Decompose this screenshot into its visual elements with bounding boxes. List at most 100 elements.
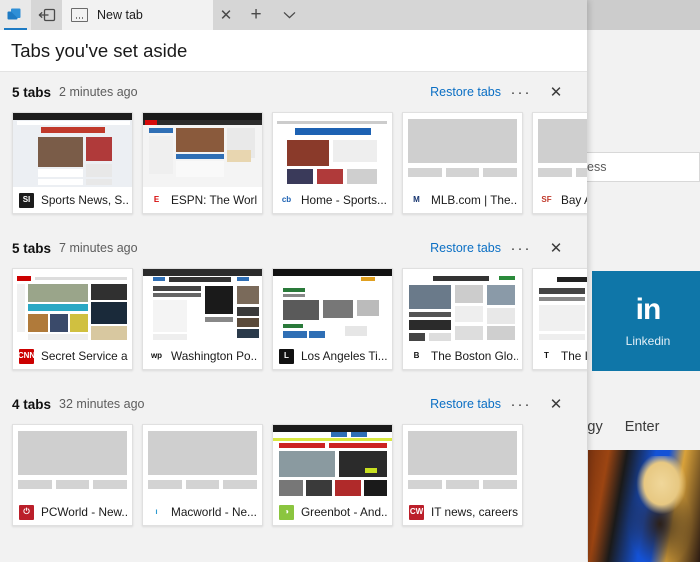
bostonglobe-icon: B [409, 348, 424, 364]
tab-thumbnail [143, 113, 262, 187]
set-aside-tab-card[interactable]: wp Washington Po... [142, 268, 263, 370]
close-group-icon[interactable]: ✕ [541, 77, 571, 107]
tab-card-footer: SF Bay A [533, 187, 587, 213]
tab-card-footer: ı Macworld - Ne... [143, 499, 262, 525]
group-actions: Restore tabs ··· ✕ [430, 77, 587, 107]
more-options-icon[interactable]: ··· [501, 389, 541, 419]
tab-card-title: Greenbot - And... [301, 505, 388, 519]
close-icon: ✕ [219, 7, 233, 24]
hero-person [622, 456, 698, 562]
tab-thumbnail [13, 269, 132, 343]
tab-thumbnail [533, 269, 587, 343]
set-aside-tab-card[interactable]: CW IT news, careers... [402, 424, 523, 526]
tab-card-title: Los Angeles Ti... [301, 349, 388, 363]
close-group-icon[interactable]: ✕ [541, 233, 571, 263]
tab-card-footer: L Los Angeles Ti... [273, 343, 392, 369]
more-options-icon[interactable]: ··· [501, 233, 541, 263]
tab-card-title: The I [561, 349, 587, 363]
set-aside-tab-card[interactable]: L Los Angeles Ti... [272, 268, 393, 370]
group-card-row: ⏻ PCWorld - New... ı Macworld - Ne... ◑ Green… [0, 424, 587, 540]
set-aside-group: 4 tabs 32 minutes ago Restore tabs ··· ✕ ⏻ PCW… [0, 384, 587, 540]
group-card-row: SI Sports News, S... E ESPN: The Worl... cb H… [0, 112, 587, 228]
tab-card-title: Secret Service a... [41, 349, 128, 363]
group-timestamp: 7 minutes ago [59, 241, 138, 255]
browser-tab-title: New tab [97, 8, 143, 22]
set-aside-tab-card[interactable]: cb Home - Sports... [272, 112, 393, 214]
tab-close-button[interactable]: ✕ [213, 0, 239, 30]
tab-thumbnail [143, 425, 262, 499]
espn-icon: E [149, 192, 164, 208]
set-aside-tab-card[interactable]: B The Boston Glo... [402, 268, 523, 370]
sfgate-icon: SF [539, 192, 554, 208]
browser-tab-new-tab[interactable]: New tab [62, 0, 213, 30]
tab-card-footer: T The I [533, 343, 587, 369]
tab-card-footer: B The Boston Glo... [403, 343, 522, 369]
more-options-icon[interactable]: ··· [501, 77, 541, 107]
tab-card-footer: E ESPN: The Worl... [143, 187, 262, 213]
tab-thumbnail [273, 269, 392, 343]
restore-tabs-link[interactable]: Restore tabs [430, 397, 501, 411]
nytimes-icon: T [539, 348, 554, 364]
set-aside-tab-card[interactable]: SF Bay A [532, 112, 587, 214]
group-tab-count: 5 tabs [12, 84, 52, 100]
set-aside-tab-card[interactable]: E ESPN: The Worl... [142, 112, 263, 214]
linkedin-tile[interactable]: in Linkedin [592, 271, 700, 371]
group-timestamp: 32 minutes ago [59, 397, 145, 411]
group-timestamp: 2 minutes ago [59, 85, 138, 99]
cnn-icon: CNN [19, 348, 34, 364]
close-group-icon[interactable]: ✕ [541, 389, 571, 419]
set-aside-tab-card[interactable]: ı Macworld - Ne... [142, 424, 263, 526]
tab-card-footer: ⏻ PCWorld - New... [13, 499, 132, 525]
newtab-icon [71, 8, 88, 22]
tab-card-title: PCWorld - New... [41, 505, 128, 519]
background-hero-image [588, 450, 700, 562]
tab-card-title: Sports News, S... [41, 193, 128, 207]
background-nav-item-entertainment[interactable]: Enter [625, 419, 660, 435]
latimes-icon: L [279, 348, 294, 364]
page-title: Tabs you've set aside [0, 30, 587, 72]
tab-card-footer: ◑ Greenbot - And... [273, 499, 392, 525]
group-header: 5 tabs 7 minutes ago Restore tabs ··· ✕ [0, 228, 587, 268]
tab-card-title: Home - Sports... [301, 193, 387, 207]
tab-card-footer: M MLB.com | The... [403, 187, 522, 213]
restore-tabs-link[interactable]: Restore tabs [430, 85, 501, 99]
plus-icon: + [250, 4, 262, 25]
tabs-set-aside-panel: New tab ✕ + Tabs you've set aside 5 tabs… [0, 0, 587, 562]
tabs-you-set-aside-icon[interactable] [31, 0, 62, 30]
set-aside-tab-card[interactable]: M MLB.com | The... [402, 112, 523, 214]
pcworld-icon: ⏻ [19, 504, 34, 520]
tab-card-title: MLB.com | The... [431, 193, 518, 207]
browser-titlebar: New tab ✕ + [0, 0, 587, 30]
restore-tabs-link[interactable]: Restore tabs [430, 241, 501, 255]
tab-card-title: Bay A [561, 193, 587, 207]
set-aside-tab-card[interactable]: T The I [532, 268, 587, 370]
tab-card-footer: cb Home - Sports... [273, 187, 392, 213]
macworld-icon: ı [149, 504, 164, 520]
washpost-icon: wp [149, 348, 164, 364]
tab-card-title: IT news, careers... [431, 505, 518, 519]
group-card-row: CNN Secret Service a... wp Washington Po...… [0, 268, 587, 384]
linkedin-tile-label: Linkedin [625, 333, 671, 348]
tab-thumbnail [13, 113, 132, 187]
tab-thumbnail [533, 113, 587, 187]
set-tabs-aside-icon[interactable] [0, 0, 31, 30]
group-tab-count: 4 tabs [12, 396, 52, 412]
set-aside-tab-card[interactable]: ⏻ PCWorld - New... [12, 424, 133, 526]
tab-card-footer: CNN Secret Service a... [13, 343, 132, 369]
group-tab-count: 5 tabs [12, 240, 52, 256]
set-aside-group-list: 5 tabs 2 minutes ago Restore tabs ··· ✕ SI Spo… [0, 72, 587, 540]
tab-menu-button[interactable] [273, 0, 305, 30]
si-icon: SI [19, 192, 34, 208]
tab-thumbnail [273, 425, 392, 499]
group-actions: Restore tabs ··· ✕ [430, 233, 587, 263]
set-aside-tab-card[interactable]: CNN Secret Service a... [12, 268, 133, 370]
group-header: 4 tabs 32 minutes ago Restore tabs ··· ✕ [0, 384, 587, 424]
tab-thumbnail [403, 425, 522, 499]
tab-card-footer: CW IT news, careers... [403, 499, 522, 525]
new-tab-button[interactable]: + [239, 0, 273, 30]
tab-thumbnail [403, 269, 522, 343]
tab-card-title: ESPN: The Worl... [171, 193, 258, 207]
linkedin-icon: in [635, 292, 662, 326]
set-aside-tab-card[interactable]: SI Sports News, S... [12, 112, 133, 214]
set-aside-tab-card[interactable]: ◑ Greenbot - And... [272, 424, 393, 526]
